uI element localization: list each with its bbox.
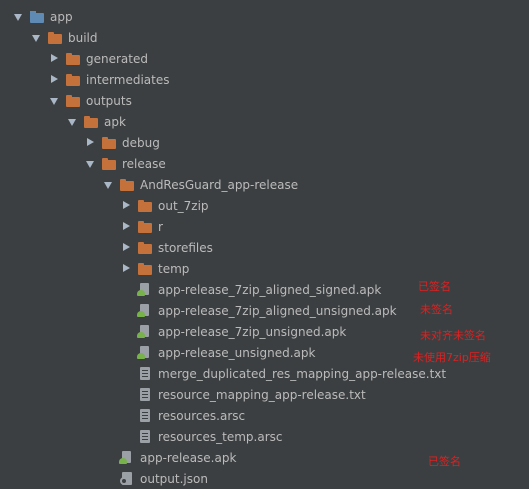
apk-file-icon: [137, 324, 153, 339]
expand-arrow-icon[interactable]: [12, 11, 24, 23]
tree-file-merge-mapping-txt[interactable]: merge_duplicated_res_mapping_app-release…: [0, 363, 529, 384]
folder-icon: [101, 136, 117, 150]
tree-node-label: generated: [86, 51, 148, 66]
tree-node-label: app-release_7zip_unsigned.apk: [158, 324, 347, 339]
apk-file-icon: [137, 345, 153, 360]
project-tree: app build generated intermediates output…: [0, 0, 529, 487]
tree-node-label: r: [158, 219, 163, 234]
collapse-arrow-icon[interactable]: [48, 74, 60, 86]
folder-icon: [47, 31, 63, 45]
tree-node-label: AndResGuard_app-release: [140, 177, 299, 192]
text-file-icon: [137, 408, 153, 423]
json-file-icon: [119, 471, 135, 486]
tree-node-build[interactable]: build: [0, 27, 529, 48]
expand-arrow-icon[interactable]: [84, 158, 96, 170]
tree-node-release[interactable]: release: [0, 153, 529, 174]
annotation-release-signed: 已签名: [428, 455, 461, 468]
tree-file-resource-mapping-txt[interactable]: resource_mapping_app-release.txt: [0, 384, 529, 405]
tree-node-label: resources.arsc: [158, 408, 246, 423]
annotation-unsigned: 未签名: [420, 303, 453, 316]
collapse-arrow-icon[interactable]: [120, 200, 132, 212]
folder-icon: [137, 241, 153, 255]
text-file-icon: [137, 387, 153, 402]
tree-node-label: out_7zip: [158, 198, 209, 213]
tree-node-label: intermediates: [86, 72, 170, 87]
tree-node-intermediates[interactable]: intermediates: [0, 69, 529, 90]
tree-node-out-7zip[interactable]: out_7zip: [0, 195, 529, 216]
tree-node-label: resource_mapping_app-release.txt: [158, 387, 366, 402]
collapse-arrow-icon[interactable]: [120, 221, 132, 233]
tree-node-outputs[interactable]: outputs: [0, 90, 529, 111]
folder-icon: [101, 157, 117, 171]
tree-file-resources-temp-arsc[interactable]: resources_temp.arsc: [0, 426, 529, 447]
tree-node-temp[interactable]: temp: [0, 258, 529, 279]
tree-node-debug[interactable]: debug: [0, 132, 529, 153]
folder-icon: [137, 199, 153, 213]
tree-node-label: resources_temp.arsc: [158, 429, 283, 444]
tree-node-app[interactable]: app: [0, 6, 529, 27]
tree-node-label: build: [68, 30, 98, 45]
tree-node-label: app: [50, 9, 73, 24]
tree-node-label: apk: [104, 114, 126, 129]
tree-node-label: app-release.apk: [140, 450, 237, 465]
expand-arrow-icon[interactable]: [30, 32, 42, 44]
annotation-no-7zip: 未使用7zip压缩: [413, 351, 491, 364]
tree-node-label: debug: [122, 135, 160, 150]
tree-node-label: output.json: [140, 471, 208, 486]
collapse-arrow-icon[interactable]: [84, 137, 96, 149]
folder-icon: [83, 115, 99, 129]
folder-icon: [137, 220, 153, 234]
apk-file-icon: [119, 450, 135, 465]
folder-icon: [137, 262, 153, 276]
tree-node-label: merge_duplicated_res_mapping_app-release…: [158, 366, 447, 381]
collapse-arrow-icon[interactable]: [120, 242, 132, 254]
tree-node-apk[interactable]: apk: [0, 111, 529, 132]
tree-file-resources-arsc[interactable]: resources.arsc: [0, 405, 529, 426]
folder-icon: [119, 178, 135, 192]
tree-node-label: release: [122, 156, 166, 171]
tree-node-label: app-release_unsigned.apk: [158, 345, 316, 360]
tree-node-generated[interactable]: generated: [0, 48, 529, 69]
folder-icon: [65, 94, 81, 108]
folder-icon: [65, 73, 81, 87]
tree-node-label: app-release_7zip_aligned_signed.apk: [158, 282, 382, 297]
folder-icon: [65, 52, 81, 66]
module-icon: [29, 10, 45, 24]
expand-arrow-icon[interactable]: [102, 179, 114, 191]
annotation-signed: 已签名: [418, 280, 451, 293]
annotation-unaligned-unsigned: 未对齐未签名: [420, 329, 486, 342]
collapse-arrow-icon[interactable]: [48, 53, 60, 65]
tree-node-storefiles[interactable]: storefiles: [0, 237, 529, 258]
apk-file-icon: [137, 303, 153, 318]
expand-arrow-icon[interactable]: [48, 95, 60, 107]
collapse-arrow-icon[interactable]: [120, 263, 132, 275]
tree-node-label: outputs: [86, 93, 132, 108]
tree-file-output-json[interactable]: output.json: [0, 468, 529, 489]
tree-node-label: storefiles: [158, 240, 213, 255]
text-file-icon: [137, 366, 153, 381]
tree-node-r[interactable]: r: [0, 216, 529, 237]
expand-arrow-icon[interactable]: [66, 116, 78, 128]
tree-node-label: temp: [158, 261, 190, 276]
tree-node-label: app-release_7zip_aligned_unsigned.apk: [158, 303, 397, 318]
tree-node-andresguard[interactable]: AndResGuard_app-release: [0, 174, 529, 195]
apk-file-icon: [137, 282, 153, 297]
text-file-icon: [137, 429, 153, 444]
